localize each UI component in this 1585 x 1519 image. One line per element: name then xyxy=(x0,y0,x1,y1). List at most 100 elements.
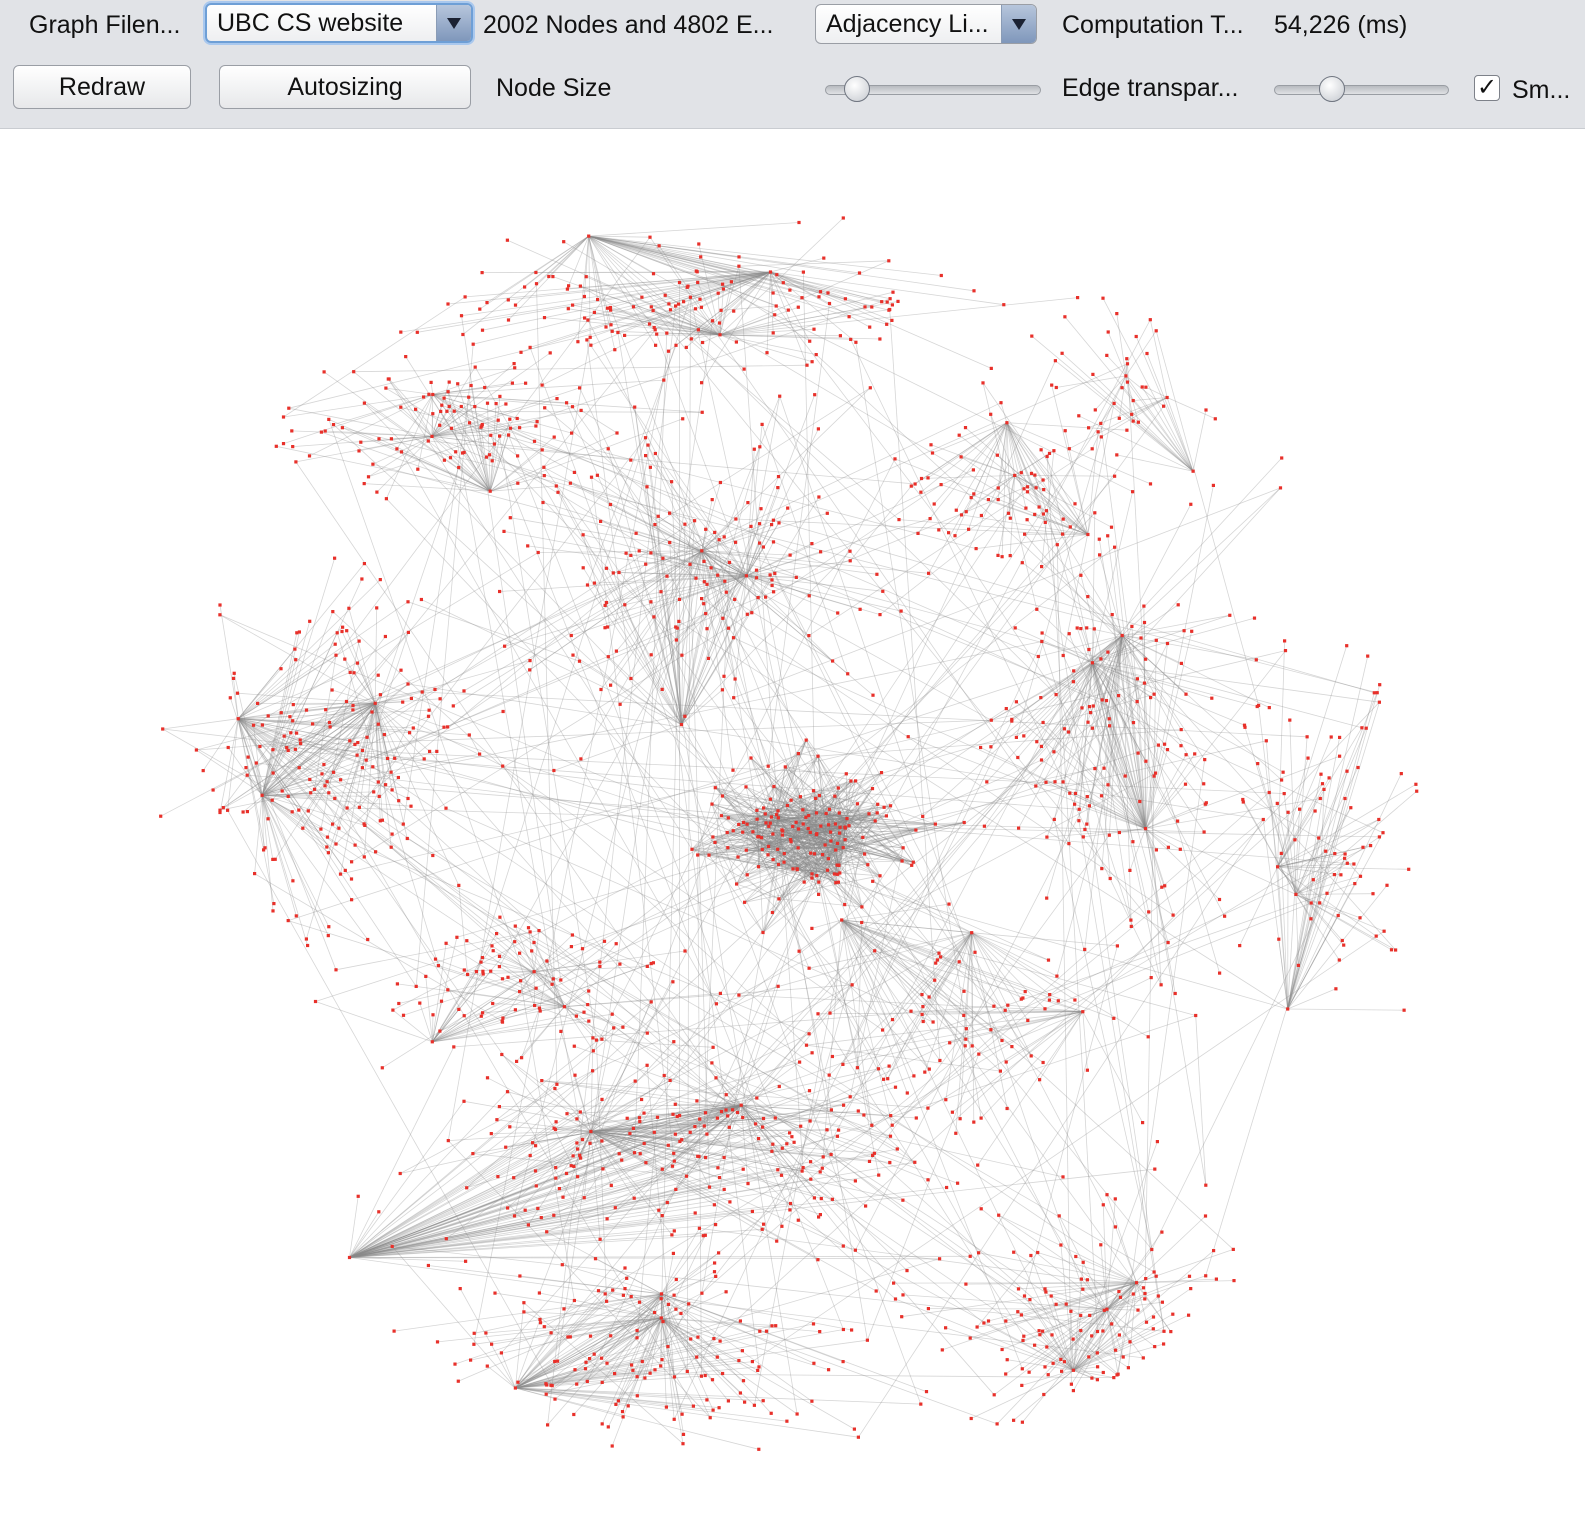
graph-node[interactable] xyxy=(769,815,773,819)
graph-node[interactable] xyxy=(660,1358,664,1362)
graph-node[interactable] xyxy=(856,1435,860,1439)
graph-node[interactable] xyxy=(325,845,329,849)
graph-node[interactable] xyxy=(1385,883,1389,887)
graph-node[interactable] xyxy=(389,437,393,441)
graph-node[interactable] xyxy=(893,457,897,461)
graph-node[interactable] xyxy=(591,1049,595,1053)
graph-node[interactable] xyxy=(518,1274,522,1278)
graph-node[interactable] xyxy=(775,273,779,277)
graph-node[interactable] xyxy=(1154,1274,1158,1278)
graph-node[interactable] xyxy=(744,785,748,789)
graph-node[interactable] xyxy=(1096,1365,1100,1369)
graph-node[interactable] xyxy=(1324,849,1328,853)
graph-node[interactable] xyxy=(881,589,885,593)
graph-node[interactable] xyxy=(518,951,522,955)
graph-node[interactable] xyxy=(1041,478,1045,482)
graph-node[interactable] xyxy=(1131,490,1135,494)
graph-node[interactable] xyxy=(516,454,520,458)
graph-node[interactable] xyxy=(776,1168,780,1172)
graph-node[interactable] xyxy=(392,1329,396,1333)
graph-node[interactable] xyxy=(714,1223,718,1227)
graph-node[interactable] xyxy=(659,1297,663,1301)
graph-node[interactable] xyxy=(1378,683,1382,687)
graph-node[interactable] xyxy=(395,447,399,451)
graph-node[interactable] xyxy=(968,1254,972,1258)
graph-node[interactable] xyxy=(355,661,359,665)
graph-node[interactable] xyxy=(738,1391,742,1395)
graph-node[interactable] xyxy=(1149,696,1153,700)
graph-node[interactable] xyxy=(610,1012,614,1016)
graph-node[interactable] xyxy=(572,1164,576,1168)
graph-node[interactable] xyxy=(1013,626,1017,630)
graph-node[interactable] xyxy=(1144,385,1148,389)
graph-node[interactable] xyxy=(271,857,275,861)
graph-node[interactable] xyxy=(761,1125,765,1129)
graph-node[interactable] xyxy=(452,1045,456,1049)
graph-node[interactable] xyxy=(654,343,658,347)
graph-node[interactable] xyxy=(945,1185,949,1190)
graph-node[interactable] xyxy=(1093,767,1097,771)
graph-node[interactable] xyxy=(439,409,443,413)
graph-node[interactable] xyxy=(973,950,977,954)
graph-node[interactable] xyxy=(600,1356,604,1360)
graph-node[interactable] xyxy=(528,668,532,672)
graph-node[interactable] xyxy=(775,813,779,817)
graph-node[interactable] xyxy=(679,723,684,727)
graph-node[interactable] xyxy=(1036,654,1040,659)
graph-node[interactable] xyxy=(484,455,489,459)
graph-node[interactable] xyxy=(376,722,380,726)
graph-node[interactable] xyxy=(829,839,833,843)
graph-node[interactable] xyxy=(758,522,762,526)
graph-node[interactable] xyxy=(731,1108,735,1112)
graph-node[interactable] xyxy=(756,1368,760,1372)
graph-node[interactable] xyxy=(1349,806,1353,810)
graph-node[interactable] xyxy=(875,572,879,576)
graph-node[interactable] xyxy=(681,417,685,421)
graph-node[interactable] xyxy=(490,944,494,948)
graph-node[interactable] xyxy=(512,362,516,366)
graph-node[interactable] xyxy=(887,1064,891,1068)
graph-node[interactable] xyxy=(1072,669,1076,673)
graph-node[interactable] xyxy=(1309,901,1313,905)
graph-node[interactable] xyxy=(384,497,388,501)
graph-node[interactable] xyxy=(649,551,653,555)
graph-node[interactable] xyxy=(1337,958,1341,962)
graph-node[interactable] xyxy=(359,440,363,444)
graph-node[interactable] xyxy=(442,458,446,462)
graph-node[interactable] xyxy=(1136,1308,1140,1312)
graph-node[interactable] xyxy=(570,405,575,409)
graph-node[interactable] xyxy=(1004,1372,1008,1376)
graph-node[interactable] xyxy=(927,571,931,575)
graph-node[interactable] xyxy=(1079,1277,1083,1281)
graph-node[interactable] xyxy=(962,989,966,993)
graph-node[interactable] xyxy=(939,955,943,959)
graph-node[interactable] xyxy=(580,1137,585,1142)
graph-node[interactable] xyxy=(347,1255,352,1260)
graph-node[interactable] xyxy=(609,1334,613,1338)
graph-node[interactable] xyxy=(605,1361,609,1365)
graph-node[interactable] xyxy=(810,872,814,876)
graph-node[interactable] xyxy=(1075,626,1079,630)
graph-node[interactable] xyxy=(979,513,983,518)
graph-node[interactable] xyxy=(253,872,257,876)
graph-node[interactable] xyxy=(1105,1193,1109,1197)
graph-node[interactable] xyxy=(656,514,660,518)
graph-node[interactable] xyxy=(1257,703,1261,707)
graph-node[interactable] xyxy=(440,403,444,407)
graph-node[interactable] xyxy=(750,611,754,615)
graph-node[interactable] xyxy=(956,1181,960,1185)
graph-node[interactable] xyxy=(1095,1329,1100,1334)
graph-node[interactable] xyxy=(826,857,830,861)
graph-node[interactable] xyxy=(337,826,341,830)
graph-node[interactable] xyxy=(221,806,225,810)
graph-node[interactable] xyxy=(722,1155,726,1160)
graph-node[interactable] xyxy=(721,287,725,291)
graph-node[interactable] xyxy=(847,824,851,828)
graph-node[interactable] xyxy=(932,502,936,506)
graph-node[interactable] xyxy=(1025,485,1030,489)
graph-node[interactable] xyxy=(1005,1358,1009,1362)
graph-node[interactable] xyxy=(1115,944,1119,948)
graph-node[interactable] xyxy=(704,527,708,531)
graph-node[interactable] xyxy=(728,1200,732,1204)
graph-node[interactable] xyxy=(515,416,519,421)
